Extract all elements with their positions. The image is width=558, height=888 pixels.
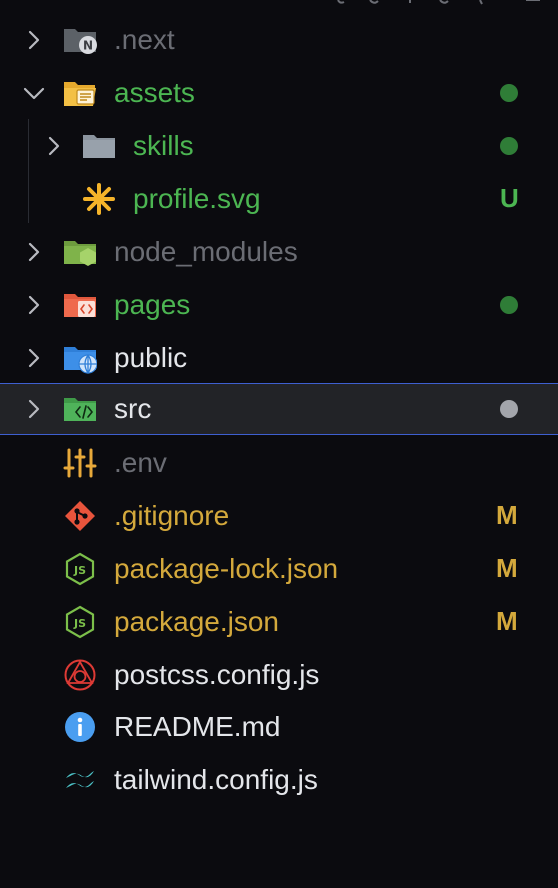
svg-text:JS: JS: [73, 617, 86, 630]
tree-item-label: skills: [133, 130, 194, 161]
tree-item-label: postcss.config.js: [114, 659, 320, 690]
tree-item-profile-svg[interactable]: profile.svg U: [0, 172, 558, 225]
tree-item-label: src: [114, 393, 152, 424]
postcss-icon: [64, 659, 96, 690]
svg-text:N: N: [83, 38, 93, 52]
tree-item-label: tailwind.config.js: [114, 764, 318, 795]
tree-item-label: .gitignore: [114, 500, 230, 531]
node-folder-icon: [64, 240, 96, 266]
svg-text:JS: JS: [73, 564, 86, 577]
tree-item-label: profile.svg: [133, 183, 261, 214]
git-icon: [65, 500, 95, 531]
git-status-badge: M: [496, 553, 518, 583]
tree-item-public-folder[interactable]: public: [0, 331, 558, 384]
git-changes-dot: [500, 83, 518, 102]
git-changes-dot: [500, 400, 518, 418]
tree-item-assets-folder[interactable]: assets: [0, 66, 558, 119]
chevron-right-icon: [28, 30, 40, 49]
chevron-right-icon: [28, 399, 40, 419]
tree-item-tailwind-config[interactable]: tailwind.config.js: [0, 753, 558, 806]
git-changes-dot: [500, 136, 518, 155]
nodejs-file-icon: JS: [65, 605, 95, 638]
tree-item-label: package-lock.json: [114, 553, 339, 584]
git-status-badge: M: [496, 500, 518, 530]
nodejs-file-icon: JS: [65, 552, 95, 585]
tree-item-package-lock-json[interactable]: JS package-lock.json M: [0, 542, 558, 595]
folder-open-icon: [64, 81, 96, 106]
tree-item-label: node_modules: [114, 236, 298, 267]
tree-item-env-file[interactable]: .env: [0, 436, 558, 489]
info-icon: [65, 711, 95, 742]
public-folder-icon: [64, 346, 97, 374]
tree-item-package-json[interactable]: JS package.json M: [0, 595, 558, 648]
chevron-right-icon: [28, 242, 40, 261]
tree-item-pages-folder[interactable]: pages: [0, 278, 558, 331]
tree-item-readme[interactable]: README.md: [0, 700, 558, 753]
chevron-right-icon: [48, 136, 60, 155]
chevron-right-icon: [28, 348, 40, 367]
tree-item-label: README.md: [114, 711, 281, 742]
tree-item-label: .next: [114, 24, 175, 55]
tree-item-label: package.json: [114, 606, 280, 637]
tree-item-label: public: [114, 342, 188, 373]
svg-file-icon: [83, 182, 115, 215]
src-folder-icon: [64, 398, 96, 421]
chevron-right-icon: [28, 295, 40, 314]
git-status-badge: M: [496, 606, 518, 636]
tree-item-gitignore-file[interactable]: .gitignore M: [0, 489, 558, 542]
folder-icon: [83, 134, 115, 158]
tree-item-label: assets: [114, 77, 195, 108]
tree-item-node-modules-folder[interactable]: node_modules: [0, 225, 558, 278]
tailwind-icon: [66, 770, 94, 788]
git-status-badge: U: [500, 183, 519, 213]
clipped-header-glyphs: [337, 0, 540, 5]
nextjs-folder-icon: N: [64, 28, 97, 54]
tree-item-next-folder[interactable]: N .next: [0, 13, 558, 66]
file-explorer: N .next assets skills profile.svg U node…: [0, 0, 558, 888]
tree-item-label: .env: [114, 447, 167, 478]
pages-folder-icon: [64, 293, 96, 317]
tree-item-src-folder[interactable]: src: [0, 383, 558, 435]
tree-item-postcss-config[interactable]: postcss.config.js: [0, 648, 558, 701]
chevron-down-icon: [23, 87, 45, 99]
tree-item-label: pages: [114, 289, 191, 320]
env-settings-icon: [63, 448, 97, 477]
git-changes-dot: [500, 295, 518, 314]
tree-item-skills-folder[interactable]: skills: [0, 119, 558, 172]
